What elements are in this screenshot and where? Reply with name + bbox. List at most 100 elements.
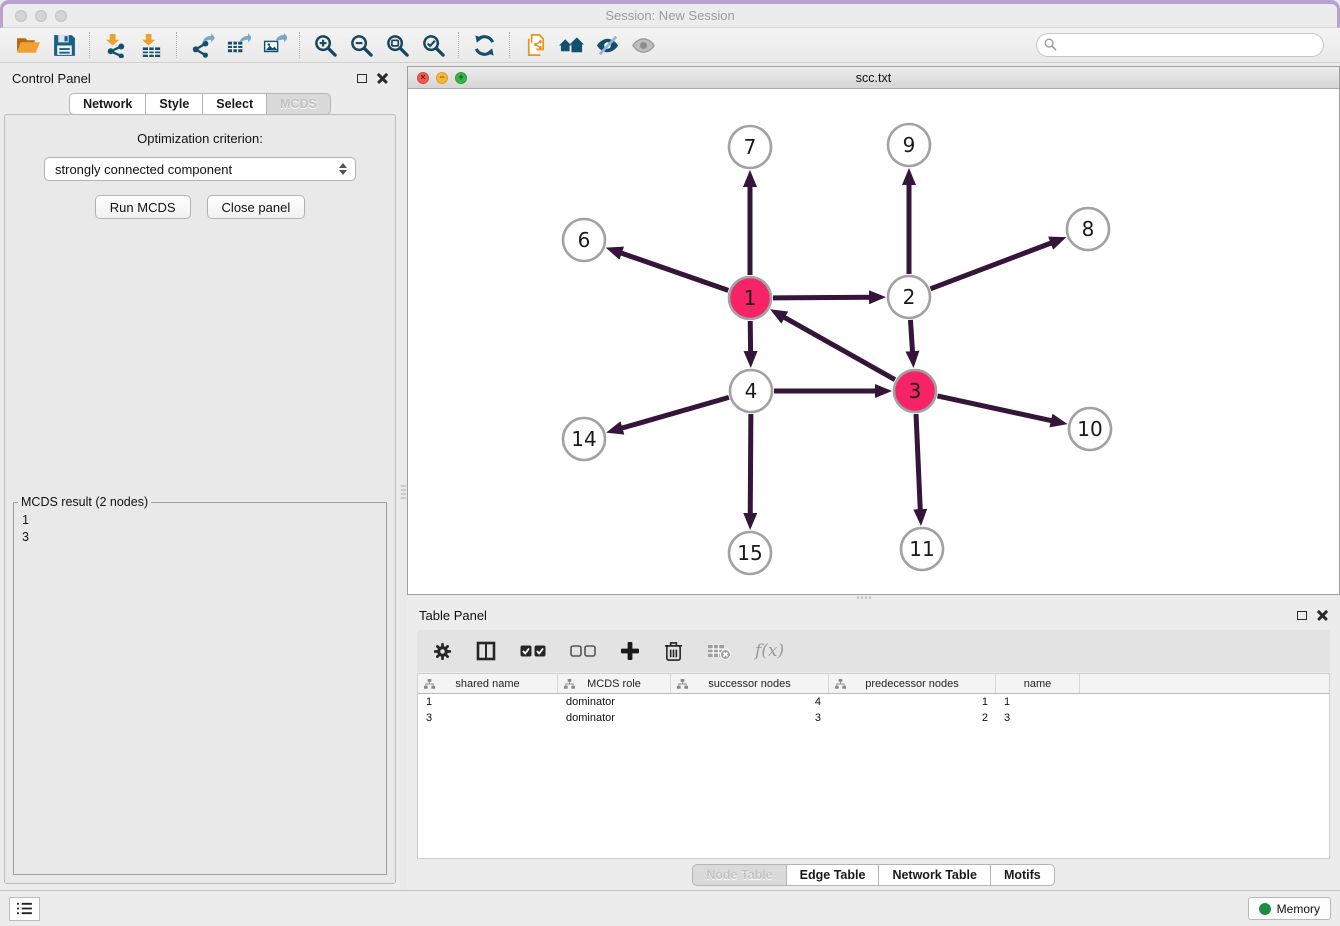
delete-column-button[interactable] — [664, 638, 683, 664]
function-builder-button[interactable]: f(x) — [755, 638, 784, 664]
close-panel-icon[interactable] — [377, 73, 388, 84]
cell-MCDS-role[interactable]: dominator — [558, 696, 671, 708]
graph-node-3[interactable]: 3 — [894, 370, 936, 412]
table-settings-button[interactable] — [433, 638, 452, 664]
close-panel-icon[interactable] — [1317, 610, 1328, 621]
column-header-name[interactable]: name — [996, 674, 1080, 693]
show-all-button[interactable] — [625, 30, 661, 60]
graph-edge-2-8[interactable] — [931, 242, 1054, 289]
graph-edge-1-6[interactable] — [619, 252, 728, 290]
graph-node-9[interactable]: 9 — [888, 124, 930, 166]
zoom-in-button[interactable] — [307, 30, 343, 60]
search-input[interactable] — [1036, 33, 1324, 57]
memory-button[interactable]: Memory — [1248, 897, 1331, 920]
deselect-all-button[interactable] — [570, 638, 596, 664]
save-session-button[interactable] — [46, 30, 82, 60]
graph-edge-1-2[interactable] — [773, 297, 872, 298]
graph-node-6[interactable]: 6 — [563, 219, 605, 261]
mcds-result-list[interactable]: 1 3 — [16, 511, 371, 513]
float-panel-icon[interactable] — [1297, 611, 1307, 620]
splitter-grip[interactable] — [857, 596, 873, 599]
cell-successor-nodes[interactable]: 4 — [671, 696, 829, 708]
import-table-button[interactable] — [133, 30, 169, 60]
close-panel-button[interactable]: Close panel — [207, 195, 306, 219]
network-window-title: scc.txt — [408, 71, 1339, 85]
graph-edge-2-3[interactable] — [910, 320, 912, 354]
criterion-select[interactable]: strongly connected component — [44, 157, 356, 181]
svg-text:10: 10 — [1077, 417, 1102, 441]
select-all-button[interactable] — [520, 638, 546, 664]
column-header-predecessor-nodes[interactable]: predecessor nodes — [829, 674, 996, 693]
graph-node-4[interactable]: 4 — [730, 370, 772, 412]
zoom-in-icon — [313, 33, 338, 58]
network-minimize-button[interactable]: − — [436, 72, 448, 84]
graph-node-7[interactable]: 7 — [729, 126, 771, 168]
graph-node-14[interactable]: 14 — [563, 418, 605, 460]
criterion-selected-value: strongly connected component — [55, 162, 232, 177]
table-panel-footer: Node TableEdge TableNetwork TableMotifs — [407, 859, 1340, 890]
home-layout-button[interactable] — [553, 30, 589, 60]
import-network-button[interactable] — [97, 30, 133, 60]
zoom-out-button[interactable] — [343, 30, 379, 60]
tab-network[interactable]: Network — [69, 93, 145, 115]
column-header-MCDS-role[interactable]: MCDS role — [558, 674, 671, 693]
export-network-button[interactable] — [184, 30, 220, 60]
graph-edge-3-1[interactable] — [782, 316, 895, 380]
graph-node-11[interactable]: 11 — [901, 528, 943, 570]
clone-network-button[interactable] — [517, 30, 553, 60]
column-header-shared-name[interactable]: shared name — [418, 674, 558, 693]
network-canvas[interactable]: 7 9 6 8 1 2 4 3 14 10 15 11 — [408, 89, 1339, 594]
export-image-button[interactable] — [256, 30, 292, 60]
cell-name[interactable]: 1 — [996, 696, 1080, 708]
network-view-window: × − + scc.txt 7 9 6 8 1 2 4 3 14 10 15 11 — [407, 66, 1340, 595]
run-mcds-button[interactable]: Run MCDS — [95, 195, 191, 219]
network-graph[interactable]: 7 9 6 8 1 2 4 3 14 10 15 11 — [408, 89, 1339, 594]
control-panel-title: Control Panel — [12, 71, 91, 86]
graph-edge-4-15[interactable] — [750, 414, 751, 516]
tab-mcds[interactable]: MCDS — [266, 93, 331, 115]
zoom-selected-button[interactable] — [415, 30, 451, 60]
delete-table-button[interactable] — [707, 638, 731, 664]
network-close-button[interactable]: × — [417, 72, 429, 84]
float-panel-icon[interactable] — [357, 74, 367, 83]
mcds-tab-content: Optimization criterion: strongly connect… — [4, 114, 396, 884]
graph-edge-4-14[interactable] — [620, 397, 729, 428]
cell-predecessor-nodes[interactable]: 2 — [829, 712, 996, 724]
table-header-row: shared nameMCDS rolesuccessor nodesprede… — [418, 674, 1329, 694]
cell-name[interactable]: 3 — [996, 712, 1080, 724]
open-session-button[interactable] — [10, 30, 46, 60]
graph-node-2[interactable]: 2 — [888, 276, 930, 318]
graph-node-1[interactable]: 1 — [729, 277, 771, 319]
splitter-grip[interactable] — [401, 485, 406, 501]
mcds-result-box: MCDS result (2 nodes) 1 3 — [13, 495, 387, 875]
vertical-splitter[interactable] — [400, 63, 407, 890]
tab-select[interactable]: Select — [202, 93, 266, 115]
graph-node-15[interactable]: 15 — [729, 532, 771, 574]
tab-edge-table[interactable]: Edge Table — [786, 864, 879, 886]
graph-edge-3-10[interactable] — [937, 396, 1053, 421]
import-network-icon — [103, 33, 128, 58]
task-history-button[interactable] — [9, 897, 40, 921]
toolbar-separator — [509, 32, 510, 58]
cell-shared-name[interactable]: 1 — [418, 696, 558, 708]
cell-MCDS-role[interactable]: dominator — [558, 712, 671, 724]
column-header-successor-nodes[interactable]: successor nodes — [671, 674, 829, 693]
split-panel-button[interactable] — [476, 638, 496, 664]
hide-selected-button[interactable] — [589, 30, 625, 60]
graph-edge-3-11[interactable] — [916, 414, 920, 512]
horizontal-splitter[interactable] — [407, 595, 1340, 600]
cell-predecessor-nodes[interactable]: 1 — [829, 696, 996, 708]
graph-node-10[interactable]: 10 — [1069, 408, 1111, 450]
graph-node-8[interactable]: 8 — [1067, 208, 1109, 250]
tab-style[interactable]: Style — [145, 93, 202, 115]
cell-shared-name[interactable]: 3 — [418, 712, 558, 724]
zoom-fit-button[interactable] — [379, 30, 415, 60]
export-table-button[interactable] — [220, 30, 256, 60]
network-zoom-button[interactable]: + — [455, 72, 467, 84]
tab-network-table[interactable]: Network Table — [878, 864, 990, 886]
add-column-button[interactable] — [620, 638, 640, 664]
tab-node-table[interactable]: Node Table — [692, 864, 785, 886]
tab-motifs[interactable]: Motifs — [990, 864, 1055, 886]
refresh-view-button[interactable] — [466, 30, 502, 60]
cell-successor-nodes[interactable]: 3 — [671, 712, 829, 724]
